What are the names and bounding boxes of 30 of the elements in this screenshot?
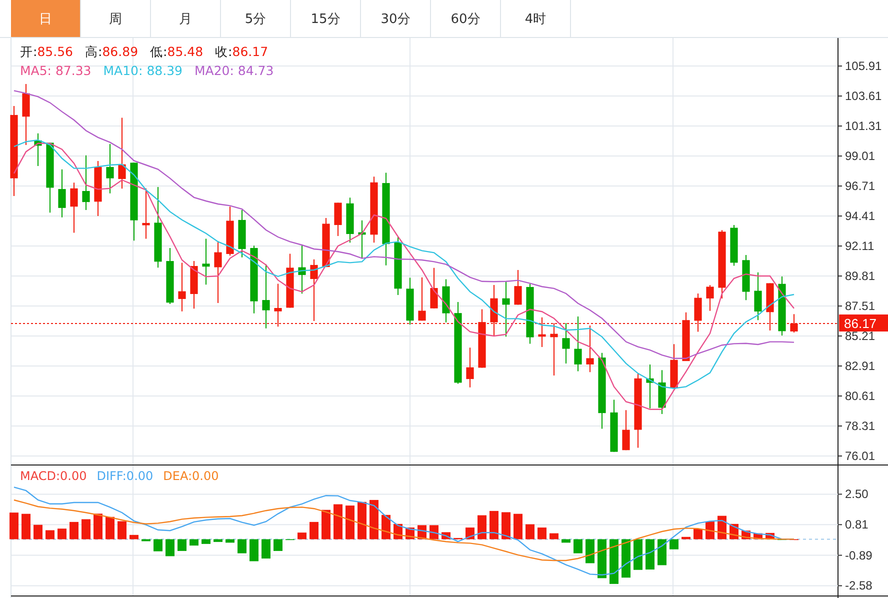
axis-label: 103.61 xyxy=(845,89,882,104)
legend-item: MA10: 88.39 xyxy=(103,63,182,78)
legend-item: 低:85.48 xyxy=(150,44,204,61)
legend-item: 开:85.56 xyxy=(20,44,74,61)
legend-item: MACD:0.00 xyxy=(20,469,87,483)
axis-label: 94.41 xyxy=(845,209,876,224)
legend-item: DIFF:0.00 xyxy=(96,469,154,483)
axis-label: 82.91 xyxy=(845,359,876,373)
axis-label: 96.71 xyxy=(845,179,876,194)
axis-label: 0.81 xyxy=(845,518,868,532)
legend-item: 高:86.89 xyxy=(85,44,138,61)
axis-label: 99.01 xyxy=(845,149,876,164)
axis-label: 85.21 xyxy=(845,329,876,344)
legend-item: 收:86.17 xyxy=(215,44,268,61)
axis-label: 101.31 xyxy=(845,119,882,134)
legend-item: MA20: 84.73 xyxy=(194,63,274,78)
ref-line-label: 86.17 xyxy=(844,316,877,331)
axis-label: -2.58 xyxy=(845,578,872,593)
price-tag: 86.17 xyxy=(839,314,888,332)
axis-label: 80.61 xyxy=(845,389,876,403)
axis-label: 2.50 xyxy=(845,487,868,502)
axis-label: 78.31 xyxy=(845,419,876,433)
axis-label: 87.51 xyxy=(845,299,876,314)
axis-label: -0.89 xyxy=(845,548,872,562)
legend-item: MA5: 87.33 xyxy=(20,63,92,78)
axis-label: 76.01 xyxy=(845,449,876,463)
legend-item: DEA:0.00 xyxy=(163,469,219,483)
axis-label: 89.81 xyxy=(845,269,876,284)
axis-label: 105.91 xyxy=(845,59,882,74)
axis-label: 92.11 xyxy=(845,239,874,254)
